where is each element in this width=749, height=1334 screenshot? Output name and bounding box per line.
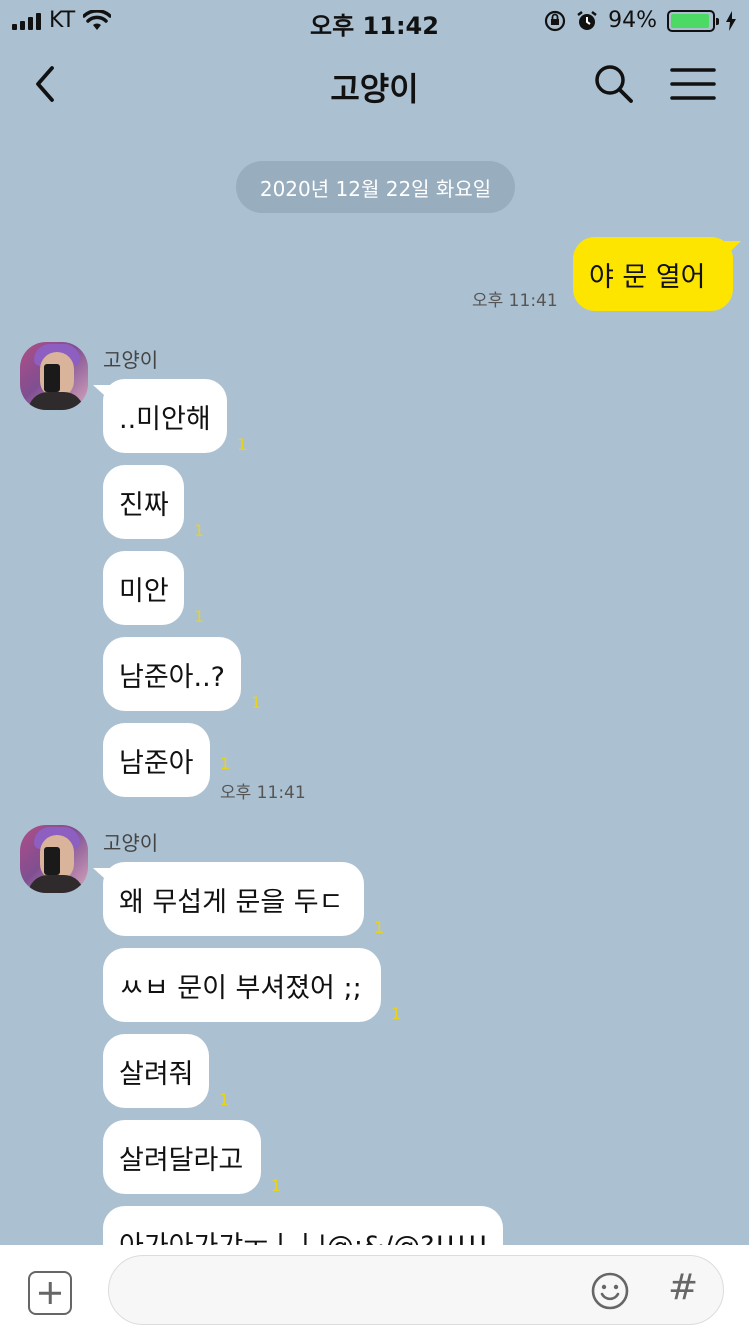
- unread-count: 1: [220, 754, 231, 773]
- incoming-message-bubble[interactable]: 남준아..?: [103, 637, 241, 711]
- message-input-bar: #: [0, 1245, 749, 1334]
- alarm-icon: [577, 10, 597, 30]
- sender-name: 고양이: [103, 348, 159, 372]
- message-text: 살려줘: [119, 1058, 194, 1090]
- status-right: 94%: [544, 8, 737, 33]
- search-icon[interactable]: [592, 62, 636, 106]
- unread-count: 1: [194, 521, 205, 540]
- charging-bolt-icon: [726, 10, 736, 31]
- incoming-message-bubble[interactable]: 왜 무섭게 문을 두ㄷ: [103, 862, 364, 936]
- smiley-icon[interactable]: [590, 1271, 630, 1311]
- incoming-message-bubble[interactable]: ㅆㅂ 문이 부셔졌어 ;;: [103, 948, 381, 1022]
- unread-count: 1: [219, 1090, 230, 1109]
- battery-icon: [667, 9, 719, 32]
- incoming-message-bubble[interactable]: 진짜: [103, 465, 184, 539]
- hamburger-menu-icon[interactable]: [670, 64, 716, 104]
- sender-name: 고양이: [103, 831, 159, 855]
- message-input[interactable]: [108, 1255, 724, 1325]
- message-text: 살려달라고: [119, 1144, 244, 1176]
- avatar[interactable]: [20, 342, 88, 410]
- hashtag-search-button[interactable]: #: [668, 1267, 698, 1308]
- incoming-message-bubble[interactable]: 미안: [103, 551, 184, 625]
- status-bar: KT 오후 11:42 94%: [0, 0, 749, 40]
- message-text: 왜 무섭게 문을 두ㄷ: [119, 886, 344, 918]
- chat-title: 고양이: [330, 70, 419, 108]
- orientation-lock-icon: [544, 10, 566, 31]
- message-text: 진짜: [119, 489, 169, 521]
- unread-count: 1: [374, 918, 385, 937]
- battery-percent: 94%: [608, 8, 657, 33]
- date-divider: 2020년 12월 22일 화요일: [236, 161, 515, 213]
- message-text: 남준아: [119, 747, 194, 779]
- unread-count: 1: [194, 607, 205, 626]
- incoming-message-bubble[interactable]: 살려달라고: [103, 1120, 261, 1194]
- message-time: 오후 11:41: [220, 783, 306, 803]
- message-text: 남준아..?: [119, 661, 226, 693]
- message-text: ..미안해: [119, 403, 211, 435]
- incoming-message-bubble[interactable]: ..미안해: [103, 379, 227, 453]
- plus-icon[interactable]: [28, 1271, 72, 1315]
- incoming-message-bubble[interactable]: 남준아: [103, 723, 210, 797]
- unread-count: 1: [271, 1176, 282, 1195]
- message-text: ㅆㅂ 문이 부셔졌어 ;;: [119, 972, 362, 1004]
- unread-count: 1: [251, 693, 262, 712]
- outgoing-message-bubble[interactable]: 야 문 열어: [573, 237, 733, 311]
- message-text: 미안: [119, 575, 169, 607]
- chat-header: 고양이: [0, 44, 749, 124]
- message-time: 오후 11:41: [472, 291, 558, 311]
- unread-count: 1: [237, 435, 248, 454]
- unread-count: 1: [391, 1004, 402, 1023]
- incoming-message-bubble[interactable]: 살려줘: [103, 1034, 209, 1108]
- avatar[interactable]: [20, 825, 88, 893]
- message-text: 야 문 열어: [589, 261, 706, 293]
